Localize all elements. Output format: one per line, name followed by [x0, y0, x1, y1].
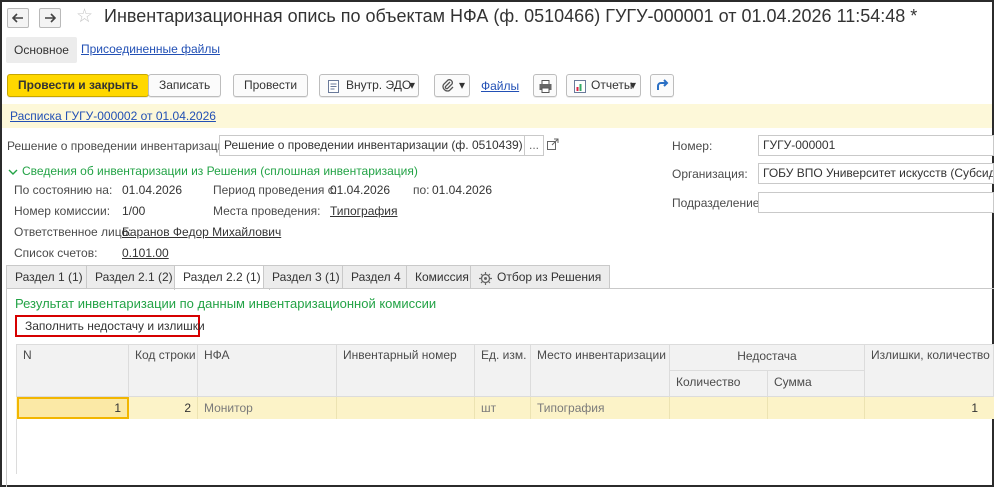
responsible-link[interactable]: Баранов Федор Михайлович [122, 225, 281, 239]
commission-label: Номер комиссии: [14, 204, 111, 218]
as-of-value: 01.04.2026 [122, 183, 183, 197]
tab-attached-files[interactable]: Присоединенные файлы [81, 42, 220, 56]
reports-button[interactable]: Отчеты ▾ [566, 74, 641, 97]
receipt-link[interactable]: Расписка ГУГУ-000002 от 01.04.2026 [10, 109, 216, 123]
tab-section-3[interactable]: Раздел 3 (1) [263, 265, 349, 289]
tab-commission[interactable]: Комиссия [406, 265, 478, 289]
content-border [6, 288, 7, 487]
document-icon [328, 79, 339, 100]
number-label: Номер: [672, 139, 713, 153]
col-quantity-header[interactable]: Количество [670, 371, 768, 397]
reports-label: Отчеты [591, 78, 633, 92]
section-title: Результат инвентаризации по данным инвен… [15, 296, 437, 311]
tab-section-1[interactable]: Раздел 1 (1) [6, 265, 92, 289]
report-icon [574, 79, 586, 100]
paperclip-icon [441, 78, 455, 99]
col-n-header[interactable]: N [17, 345, 129, 397]
cell-unit[interactable]: шт [475, 397, 531, 419]
period-to-value: 01.04.2026 [432, 183, 493, 197]
places-link[interactable]: Типография [330, 204, 397, 218]
collapse-chevron-icon[interactable] [8, 165, 18, 179]
organization-field[interactable]: ГОБУ ВПО Университет искусств (Субсидия) [758, 163, 994, 184]
organization-label: Организация: [672, 167, 748, 181]
tab-section-2-2[interactable]: Раздел 2.2 (1) [174, 265, 270, 290]
fill-shortage-surplus-button[interactable]: Заполнить недостачу и излишки [15, 315, 205, 337]
star-icon[interactable]: ☆ [76, 5, 93, 28]
chevron-down-icon: ▾ [459, 78, 466, 92]
cell-inventory-number[interactable] [337, 397, 475, 419]
col-sum-header[interactable]: Сумма [768, 371, 865, 397]
chevron-down-icon: ▾ [409, 78, 416, 92]
tab-section-4[interactable]: Раздел 4 [342, 265, 410, 289]
responsible-label: Ответственное лицо: [14, 225, 132, 239]
receipt-strip: Расписка ГУГУ-000002 от 01.04.2026 [2, 104, 992, 128]
cell-n[interactable]: 1 [17, 397, 129, 419]
decision-field[interactable]: Решение о проведении инвентаризации (ф. … [219, 135, 525, 156]
col-shortage-header[interactable]: Недостача [670, 345, 865, 371]
back-arrow-icon[interactable] [7, 8, 29, 28]
open-link-icon[interactable] [547, 138, 559, 153]
col-unit-header[interactable]: Ед. изм. [475, 345, 531, 397]
period-to-label: по: [413, 183, 430, 197]
printer-icon [539, 79, 552, 100]
cell-nfa[interactable]: Монитор [198, 397, 337, 419]
cell-place[interactable]: Типография [531, 397, 670, 419]
window-title: Инвентаризационная опись по объектам НФА… [104, 6, 918, 26]
tab-decision-filter-label: Отбор из Решения [497, 270, 602, 284]
files-link[interactable]: Файлы [481, 79, 519, 93]
period-from-value: 01.04.2026 [330, 183, 391, 197]
edo-button[interactable]: Внутр. ЭДО ▾ [319, 74, 419, 97]
tab-section-2-1[interactable]: Раздел 2.1 (2) [86, 265, 182, 289]
print-button[interactable] [533, 74, 557, 97]
decision-label: Решение о проведении инвентаризации: [7, 139, 235, 153]
col-code-header[interactable]: Код строки [129, 345, 198, 397]
period-label: Период проведения с: [213, 183, 338, 197]
post-button[interactable]: Провести [233, 74, 309, 97]
tab-main[interactable]: Основное [6, 37, 77, 63]
commission-value: 1/00 [122, 204, 146, 218]
department-label: Подразделение: [672, 196, 763, 210]
decision-select-button[interactable]: ... [524, 135, 544, 156]
attach-button[interactable]: ▾ [434, 74, 470, 97]
forward-arrow-icon[interactable] [39, 8, 61, 28]
number-field[interactable]: ГУГУ-000001 [758, 135, 994, 156]
department-field[interactable] [758, 192, 994, 213]
col-place-header[interactable]: Место инвентаризации [531, 345, 670, 397]
col-inventory-number-header[interactable]: Инвентарный номер [337, 345, 475, 397]
cell-code[interactable]: 2 [129, 397, 198, 419]
accounts-link[interactable]: 0.101.00 [122, 246, 169, 260]
edo-label: Внутр. ЭДО [346, 78, 412, 92]
go-button[interactable] [650, 74, 674, 97]
col-nfa-header[interactable]: НФА [198, 345, 337, 397]
chevron-down-icon: ▾ [630, 78, 637, 92]
cell-quantity[interactable] [670, 397, 768, 419]
accounts-label: Список счетов: [14, 246, 98, 260]
places-label: Места проведения: [213, 204, 321, 218]
cell-sum[interactable] [768, 397, 865, 419]
cell-surplus[interactable]: 1 [865, 397, 984, 419]
write-button[interactable]: Записать [148, 74, 222, 97]
as-of-label: По состоянию на: [14, 183, 113, 197]
tab-decision-filter[interactable]: Отбор из Решения [470, 265, 611, 289]
col-surplus-header[interactable]: Излишки, количество [865, 345, 994, 397]
curved-arrow-icon [656, 78, 669, 99]
info-header[interactable]: Сведения об инвентаризации из Решения (с… [22, 164, 418, 178]
tabs-divider [6, 288, 994, 289]
post-and-close-button[interactable]: Провести и закрыть [7, 74, 150, 97]
